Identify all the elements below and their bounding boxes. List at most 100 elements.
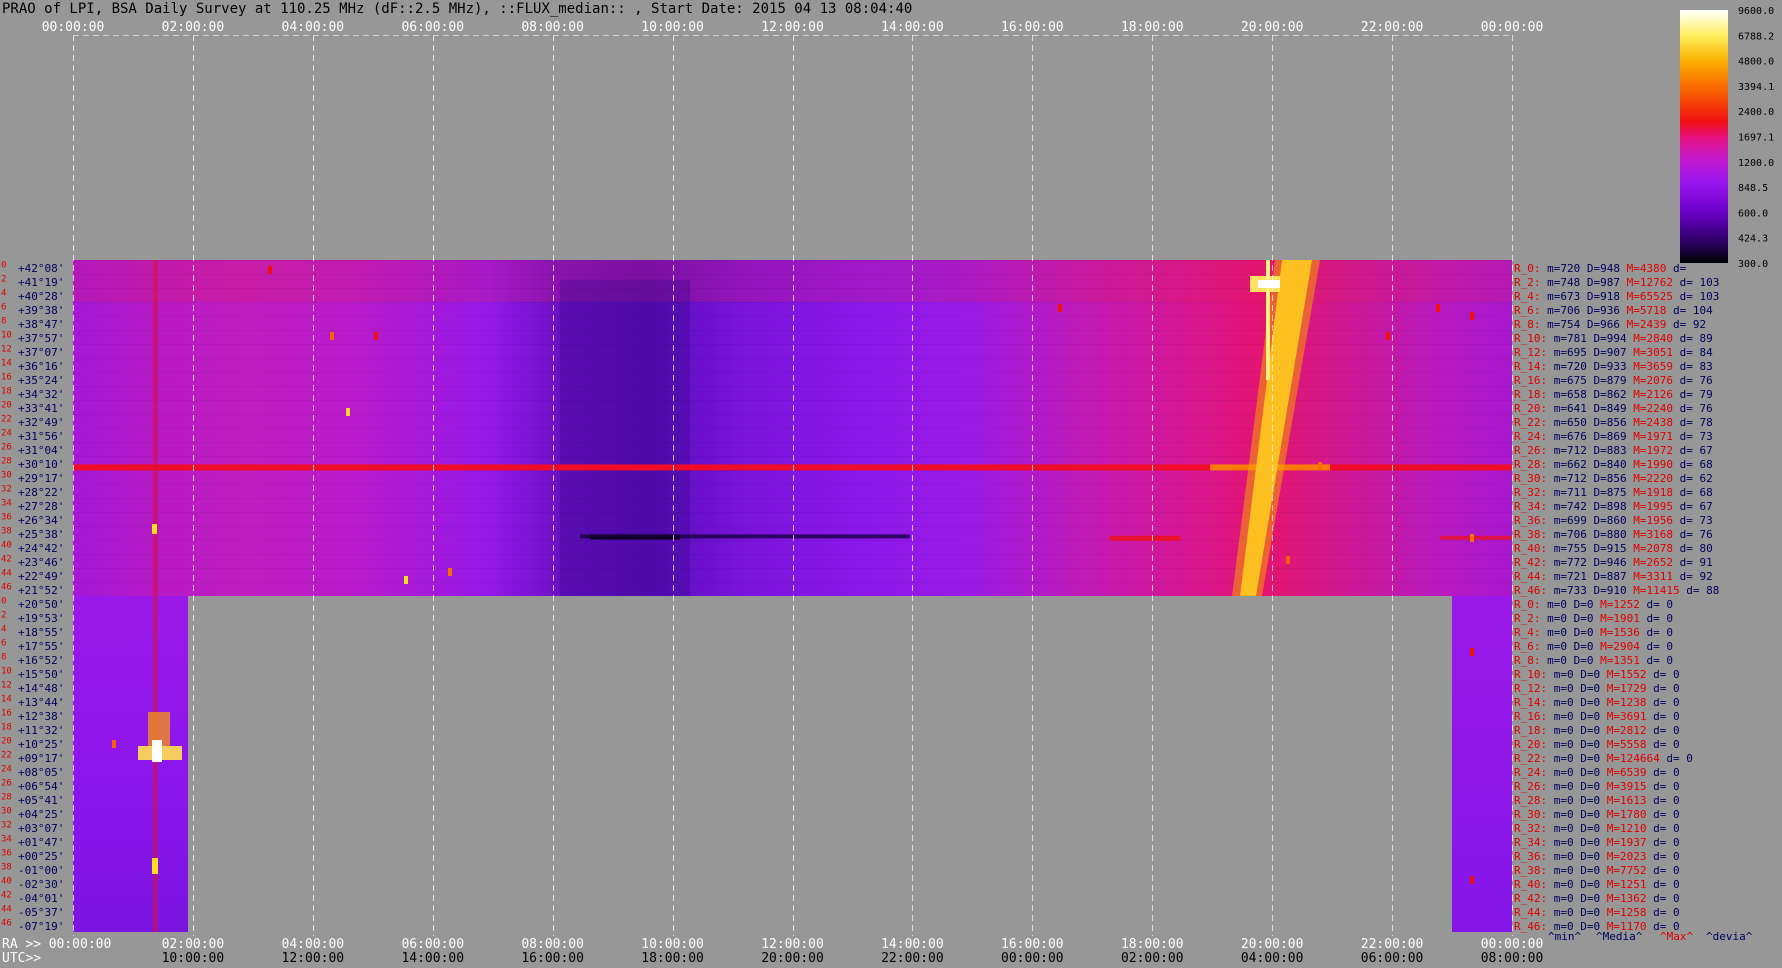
dec-label: +24°42': [18, 542, 64, 555]
stat-dev: d= 0: [1646, 892, 1679, 905]
colorbar-tick-label: 424.3: [1738, 234, 1768, 245]
stat-min: m=658: [1547, 388, 1587, 401]
stat-dev: d= 92: [1666, 318, 1706, 331]
stat-beam: R_46:: [1514, 584, 1547, 597]
dec-label: +30°10': [18, 458, 64, 471]
beam-number: 4: [1, 625, 6, 635]
dec-label: +35°24': [18, 374, 64, 387]
dec-label: +32°49': [18, 416, 64, 429]
stat-min: m=0: [1547, 752, 1574, 765]
beam-stat-row: R_44: m=721 D=887 M=3311 d= 92: [1514, 570, 1713, 583]
beam-stat-row: R_14: m=720 D=933 M=3659 d= 83: [1514, 360, 1713, 373]
stat-median: D=0: [1567, 598, 1594, 611]
beam-stat-row: R_34: m=0 D=0 M=1937 d= 0: [1514, 836, 1680, 849]
top-tick-label: 00:00:00: [1481, 20, 1544, 35]
stat-dev: d= 84: [1673, 346, 1713, 359]
dec-label: +13°44': [18, 696, 64, 709]
beam-stat-row: R_12: m=0 D=0 M=1729 d= 0: [1514, 682, 1680, 695]
beam-stat-row: R_36: m=0 D=0 M=2023 d= 0: [1514, 850, 1680, 863]
stat-dev: d= 0: [1646, 668, 1679, 681]
beam-number: 28: [1, 457, 12, 467]
stat-max: M=7752: [1600, 864, 1646, 877]
dec-label: +06°54': [18, 780, 64, 793]
beam-number: 12: [1, 681, 12, 691]
beam-number: 34: [1, 499, 12, 509]
stat-median: D=948: [1580, 262, 1620, 275]
dec-label: -07°19': [18, 920, 64, 933]
stat-max: M=1210: [1600, 822, 1646, 835]
stat-min: m=0: [1547, 794, 1574, 807]
stat-median: D=915: [1587, 542, 1627, 555]
stat-dev: d= 0: [1640, 626, 1673, 639]
stat-dev: d= 73: [1673, 514, 1713, 527]
dec-label: +31°56': [18, 430, 64, 443]
stat-min: m=0: [1547, 892, 1574, 905]
stat-max: M=5558: [1600, 738, 1646, 751]
stat-max: M=2220: [1627, 472, 1673, 485]
stat-min: m=755: [1547, 542, 1587, 555]
beam-number: 40: [1, 877, 12, 887]
stat-beam: R_26:: [1514, 444, 1547, 457]
stat-dev: d= 0: [1640, 654, 1673, 667]
rfi-dot: [268, 266, 272, 274]
dec-label: +01°47': [18, 836, 64, 849]
stat-beam: R_40:: [1514, 542, 1547, 555]
row-stripe: [73, 400, 1512, 401]
stat-beam: R_42:: [1514, 556, 1547, 569]
rfi-dot: [1386, 332, 1390, 340]
stat-median: D=0: [1574, 808, 1601, 821]
beam-number: 22: [1, 415, 12, 425]
dec-label: +04°25': [18, 808, 64, 821]
ra-tick-label: 04:00:00: [282, 937, 345, 952]
stat-min: m=742: [1547, 500, 1587, 513]
beam-stat-row: R_26: m=0 D=0 M=3915 d= 0: [1514, 780, 1680, 793]
beam-stat-row: R_4: m=673 D=918 M=65525 d= 103: [1514, 290, 1719, 303]
dec-label: +25°38': [18, 528, 64, 541]
utc-axis-label: UTC>>: [2, 951, 41, 966]
stat-min: m=0: [1547, 780, 1574, 793]
beam-stat-row: R_30: m=0 D=0 M=1780 d= 0: [1514, 808, 1680, 821]
beam-number: 8: [1, 653, 6, 663]
stat-min: m=0: [1541, 640, 1568, 653]
beam-stats: R_0: m=720 D=948 M=4380 d= R_2: m=748 D=…: [1514, 262, 1753, 943]
beam-stat-row: R_28: m=0 D=0 M=1613 d= 0: [1514, 794, 1680, 807]
stat-median: D=0: [1574, 696, 1601, 709]
stat-max: M=2076: [1627, 374, 1673, 387]
utc-tick-label: 10:00:00: [162, 951, 225, 966]
top-tick-label: 04:00:00: [282, 20, 345, 35]
dec-label: +18°55': [18, 626, 64, 639]
stat-max: M=1901: [1594, 612, 1640, 625]
dec-label: +34°32': [18, 388, 64, 401]
beam-number: 46: [1, 919, 12, 929]
stats-footer-label: ^devia^: [1706, 930, 1753, 943]
stat-median: D=0: [1574, 710, 1601, 723]
stat-beam: R_34:: [1514, 500, 1547, 513]
beam-stat-row: R_40: m=0 D=0 M=1251 d= 0: [1514, 878, 1680, 891]
dec-label: +28°22': [18, 486, 64, 499]
stat-max: M=1937: [1600, 836, 1646, 849]
stat-beam: R_44:: [1514, 906, 1547, 919]
stat-dev: d= 73: [1673, 430, 1713, 443]
stat-beam: R_24:: [1514, 430, 1547, 443]
stat-beam: R_42:: [1514, 892, 1547, 905]
source-peak-vertical: [1266, 260, 1270, 380]
stat-dev: d= 62: [1673, 472, 1713, 485]
beam-number: 20: [1, 737, 12, 747]
stat-min: m=0: [1547, 864, 1574, 877]
stat-min: m=650: [1547, 416, 1587, 429]
stat-min: m=0: [1541, 612, 1568, 625]
stat-max: M=4380: [1620, 262, 1666, 275]
stat-min: m=0: [1547, 808, 1574, 821]
stat-dev: d= 0: [1646, 878, 1679, 891]
stat-dev: d= 78: [1673, 416, 1713, 429]
stat-median: D=856: [1587, 416, 1627, 429]
stat-dev: d= 89: [1673, 332, 1713, 345]
colorbar: 9600.0 6788.2 4800.0 3394.1 2400.0 1697.1 1200…: [1680, 6, 1774, 270]
stat-dev: d= 0: [1646, 808, 1679, 821]
stat-min: m=0: [1547, 836, 1574, 849]
stat-dev: d= 80: [1673, 542, 1713, 555]
beam-number: 10: [1, 331, 12, 341]
stat-max: M=1351: [1594, 654, 1640, 667]
dec-label: +17°55': [18, 640, 64, 653]
beam-stat-row: R_12: m=695 D=907 M=3051 d= 84: [1514, 346, 1713, 359]
